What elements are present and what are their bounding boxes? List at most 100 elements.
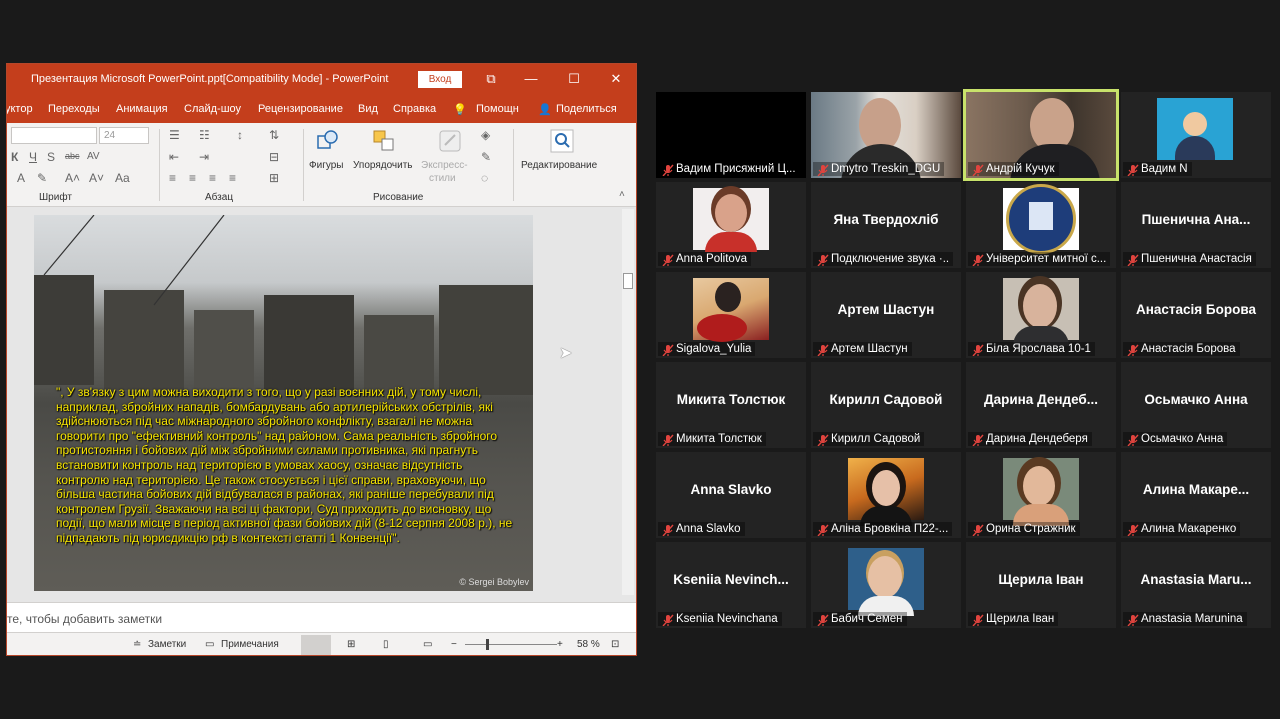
tab-slideshow[interactable]: Слайд-шоу <box>184 103 241 115</box>
zoom-slider-thumb[interactable] <box>486 639 489 650</box>
participant-tile[interactable]: Біла Ярослава 10-1 <box>966 272 1116 358</box>
close-icon[interactable]: ✕ <box>606 70 626 88</box>
notes-toggle-icon[interactable]: ≐ <box>133 639 141 650</box>
tab-review[interactable]: Рецензирование <box>258 103 343 115</box>
notes-pane[interactable]: те, чтобы добавить заметки <box>7 602 636 632</box>
participant-tile[interactable]: Микита Толстюк Микита Толстюк <box>656 362 806 448</box>
increase-indent-icon[interactable]: ⇥ <box>199 150 209 164</box>
shapes-button[interactable]: Фигуры <box>309 160 343 171</box>
smartart-icon[interactable]: ⊞ <box>269 171 279 185</box>
slide-quote-text[interactable]: ", У зв'язку з цим можна виходити з того… <box>56 385 516 546</box>
muted-mic-icon <box>662 164 674 176</box>
change-case-icon[interactable]: Aa <box>115 171 130 185</box>
zoom-level[interactable]: 58 % <box>577 639 600 650</box>
slideshow-icon[interactable]: ▭ <box>423 639 432 650</box>
sign-in-button[interactable]: Вход <box>418 71 462 88</box>
shape-outline-icon[interactable]: ✎ <box>481 150 491 164</box>
scrollbar-thumb[interactable] <box>623 273 633 289</box>
participant-tile[interactable]: Університет митної с... <box>966 182 1116 268</box>
fit-slide-icon[interactable]: ⊡ <box>611 639 619 650</box>
collapse-ribbon-icon[interactable]: ˄ <box>619 189 625 200</box>
participant-tile[interactable]: Кирилл Садовой Кирилл Садовой <box>811 362 961 448</box>
share-button[interactable]: Поделиться <box>556 103 617 115</box>
grow-font-icon[interactable]: A˄ <box>65 171 80 185</box>
notes-toggle-button[interactable]: Заметки <box>148 639 186 650</box>
participant-tile[interactable]: Kseniia Nevinch... Kseniia Nevinchana <box>656 542 806 628</box>
char-spacing-icon[interactable]: AV <box>87 151 100 162</box>
participant-tile[interactable]: Аліна Бровкіна П22-... <box>811 452 961 538</box>
slide[interactable]: ", У зв'язку з цим можна виходити з того… <box>34 215 533 591</box>
participant-tile[interactable]: Пшенична Ана... Пшенична Анастасія <box>1121 182 1271 268</box>
powerpoint-window[interactable]: Презентация Microsoft PowerPoint.ppt[Com… <box>6 63 637 656</box>
justify-icon[interactable]: ≡ <box>229 171 236 185</box>
editing-button[interactable]: Редактирование <box>521 160 597 171</box>
shape-fill-icon[interactable]: ◈ <box>481 128 490 142</box>
share-person-icon[interactable]: 👤 <box>538 103 552 116</box>
vertical-scrollbar[interactable] <box>622 209 634 595</box>
bold-icon[interactable]: К <box>11 150 18 164</box>
ribbon-display-icon[interactable]: ⧉ <box>481 70 501 88</box>
participant-tile[interactable]: Щерила Іван Щерила Іван <box>966 542 1116 628</box>
align-center-icon[interactable]: ≡ <box>189 171 196 185</box>
zoom-in-icon[interactable]: + <box>557 639 563 650</box>
tab-designer[interactable]: уктор <box>7 103 33 115</box>
bullets-icon[interactable]: ☰ <box>169 128 180 142</box>
participant-tile[interactable]: Anna Slavko Anna Slavko <box>656 452 806 538</box>
font-size-box[interactable]: 24 <box>99 127 149 144</box>
zoom-out-icon[interactable]: − <box>451 639 457 650</box>
participant-tile[interactable]: Dmytro Treskin_DGU <box>811 92 961 178</box>
slide-editor[interactable]: ", У зв'язку з цим можна виходити з того… <box>7 207 636 602</box>
minimize-icon[interactable]: — <box>521 70 541 88</box>
ribbon: 24 К Ч S abc AV A ✎ A˄ A˅ Aa Шрифт ☰ ☷ ↕… <box>7 123 636 207</box>
font-color-icon[interactable]: A <box>17 171 25 185</box>
numbering-icon[interactable]: ☷ <box>199 128 210 142</box>
arrange-button[interactable]: Упорядочить <box>353 160 413 171</box>
participant-name: Кирилл Садовой <box>831 433 921 445</box>
participant-tile[interactable]: Дарина Дендеб... Дарина Дендеберя <box>966 362 1116 448</box>
find-icon[interactable] <box>549 128 575 154</box>
tab-animations[interactable]: Анимация <box>116 103 168 115</box>
tab-tell-me[interactable]: Помощн <box>476 103 519 115</box>
shapes-icon[interactable] <box>315 128 341 154</box>
shrink-font-icon[interactable]: A˅ <box>89 171 104 185</box>
tab-help[interactable]: Справка <box>393 103 436 115</box>
participant-tile[interactable]: Sigalova_Yulia <box>656 272 806 358</box>
participant-tile[interactable]: Орина Стражник <box>966 452 1116 538</box>
participant-tile[interactable]: Анастасія Борова Анастасія Борова <box>1121 272 1271 358</box>
comments-icon[interactable]: ▭ <box>205 639 214 650</box>
muted-mic-icon <box>1127 524 1139 536</box>
align-text-icon[interactable]: ⊟ <box>269 150 279 164</box>
text-direction-icon[interactable]: ⇅ <box>269 128 279 142</box>
strikethrough-icon[interactable]: abc <box>65 151 80 161</box>
font-name-box[interactable] <box>11 127 97 144</box>
shadow-icon[interactable]: S <box>47 150 55 164</box>
maximize-icon[interactable]: ☐ <box>564 70 584 88</box>
participant-name-label: Anna Politova <box>658 252 751 266</box>
decrease-indent-icon[interactable]: ⇤ <box>169 150 179 164</box>
slide-sorter-icon[interactable]: ⊞ <box>347 639 355 650</box>
participant-tile[interactable]: Алина Макаре... Алина Макаренко <box>1121 452 1271 538</box>
participant-tile[interactable]: Вадим N <box>1121 92 1271 178</box>
participant-tile[interactable]: Яна Твердохліб Подключение звука ·.. <box>811 182 961 268</box>
reading-view-icon[interactable]: ▯ <box>383 639 389 650</box>
participant-tile[interactable]: Anna Politova <box>656 182 806 268</box>
notes-placeholder[interactable]: те, чтобы добавить заметки <box>7 612 162 626</box>
tab-view[interactable]: Вид <box>358 103 378 115</box>
participant-tile[interactable]: Андрій Кучук <box>963 89 1119 181</box>
zoom-slider[interactable] <box>465 644 557 645</box>
shape-effects-icon[interactable]: ◌ <box>481 171 488 185</box>
participant-tile[interactable]: Осьмачко Анна Осьмачко Анна <box>1121 362 1271 448</box>
arrange-icon[interactable] <box>371 128 397 154</box>
align-right-icon[interactable]: ≡ <box>209 171 216 185</box>
underline-icon[interactable]: Ч <box>29 150 37 164</box>
participant-tile[interactable]: Бабич Семен <box>811 542 961 628</box>
clear-format-icon[interactable]: ✎ <box>37 171 47 185</box>
normal-view-icon[interactable] <box>301 635 331 655</box>
align-left-icon[interactable]: ≡ <box>169 171 176 185</box>
line-spacing-icon[interactable]: ↕ <box>237 128 243 142</box>
comments-button[interactable]: Примечания <box>221 639 279 650</box>
participant-tile[interactable]: Anastasia Maru... Anastasia Marunina <box>1121 542 1271 628</box>
tab-transitions[interactable]: Переходы <box>48 103 100 115</box>
participant-tile[interactable]: Вадим Присяжний Ц... <box>656 92 806 178</box>
participant-tile[interactable]: Артем Шастун Артем Шастун <box>811 272 961 358</box>
